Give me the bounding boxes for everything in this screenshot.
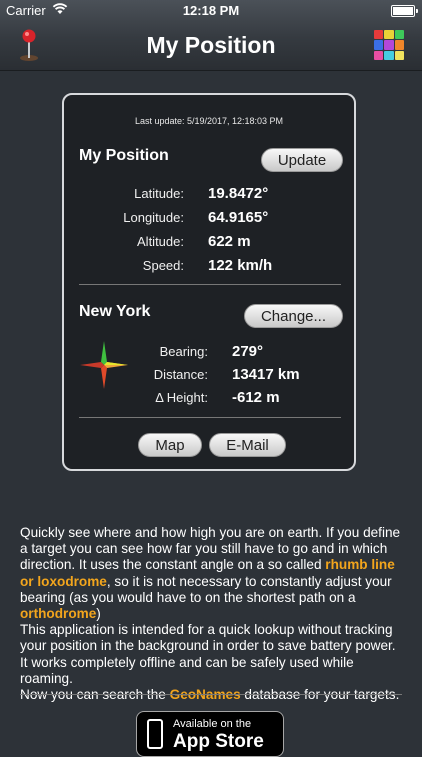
altitude-label: Altitude: bbox=[137, 234, 184, 249]
last-update-label: Last update: 5/19/2017, 12:18:03 PM bbox=[134, 116, 284, 126]
description-paragraph: Now you can search the GeoNames database… bbox=[20, 687, 404, 703]
badge-line1: Available on the bbox=[173, 718, 252, 730]
longitude-value: 64.9165° bbox=[208, 209, 269, 226]
latitude-value: 19.8472° bbox=[208, 185, 269, 202]
speed-label: Speed: bbox=[142, 258, 184, 273]
position-card: Last update: 5/19/2017, 12:18:03 PM My P… bbox=[62, 93, 356, 471]
divider bbox=[20, 694, 402, 695]
speed-value: 122 km/h bbox=[208, 257, 273, 274]
update-button[interactable]: Update bbox=[261, 148, 343, 172]
phone-icon bbox=[147, 719, 163, 749]
distance-label: Distance: bbox=[153, 367, 208, 382]
description-paragraph: Quickly see where and how high you are o… bbox=[20, 525, 404, 622]
description-text: Quickly see where and how high you are o… bbox=[20, 525, 404, 703]
bearing-value: 279° bbox=[232, 343, 264, 360]
map-button[interactable]: Map bbox=[138, 433, 202, 457]
navigation-bar: Carrier 12:18 PM My Position bbox=[0, 0, 422, 71]
clock-label: 12:18 PM bbox=[182, 3, 240, 18]
distance-value: 13417 km bbox=[232, 366, 300, 383]
compass-icon bbox=[80, 341, 128, 389]
status-bar: Carrier 12:18 PM bbox=[0, 0, 422, 22]
change-target-button[interactable]: Change... bbox=[244, 304, 343, 328]
longitude-label: Longitude: bbox=[123, 210, 184, 225]
email-button[interactable]: E-Mail bbox=[209, 433, 286, 457]
altitude-value: 622 m bbox=[208, 233, 251, 250]
battery-icon bbox=[391, 5, 418, 17]
height-delta-label: Δ Height: bbox=[155, 390, 208, 405]
description-text-part: ) bbox=[96, 606, 101, 622]
height-delta-value: -612 m bbox=[232, 389, 280, 406]
my-position-heading: My Position bbox=[79, 147, 169, 164]
divider bbox=[79, 417, 341, 418]
bearing-label: Bearing: bbox=[159, 344, 208, 359]
page-title: My Position bbox=[146, 32, 276, 58]
target-heading: New York bbox=[79, 303, 151, 320]
orthodrome-link[interactable]: orthodrome bbox=[20, 606, 96, 621]
color-grid-icon[interactable] bbox=[374, 30, 404, 60]
divider bbox=[79, 284, 341, 285]
app-store-badge[interactable]: Available on the App Store bbox=[136, 711, 284, 757]
description-paragraph: This application is intended for a quick… bbox=[20, 622, 396, 686]
latitude-label: Latitude: bbox=[134, 186, 184, 201]
